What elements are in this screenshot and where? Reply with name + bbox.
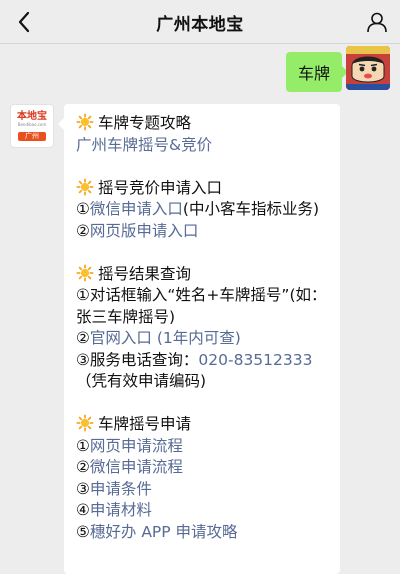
received-message-bubble: 车牌专题攻略 广州车牌摇号&竞价 摇号竞价申请入口 ①微信申请入口(中小客车指标… (58, 104, 340, 574)
message-text: ③服务电话查询： (76, 350, 199, 369)
message-text: （凭有效申请编码) (76, 372, 207, 390)
message-link[interactable]: 微信申请流程 (90, 458, 183, 476)
item-number: ② (76, 221, 90, 240)
message-link[interactable]: 申请材料 (90, 501, 152, 519)
message-link[interactable]: 网页版申请入口 (90, 222, 199, 240)
bot-avatar[interactable]: 本地宝 Bendibao.com 广州 (10, 104, 54, 148)
list-item: ①网页申请流程 (76, 436, 330, 458)
bot-logo-subtext: Bendibao.com (17, 122, 47, 127)
sent-message-text: 车牌 (297, 64, 330, 83)
bot-logo-text: 本地宝 (17, 111, 47, 122)
section-heading: 摇号结果查询 (76, 263, 330, 286)
list-item: ③申请条件 (76, 479, 330, 501)
sun-emoji-icon (76, 263, 94, 282)
section-title: 车牌专题攻略 (98, 114, 192, 132)
sent-message-row: 车牌 (0, 44, 400, 94)
top-bar: 广州本地宝 (0, 0, 400, 44)
cartoon-avatar-icon (346, 46, 390, 90)
message-link[interactable]: 网页申请流程 (90, 437, 183, 455)
message-line: ②官网入口 (1年内可查) (76, 328, 330, 350)
message-line: ①微信申请入口(中小客车指标业务) (76, 199, 330, 221)
section-title: 车牌摇号申请 (98, 415, 192, 433)
sun-emoji-icon (76, 113, 94, 131)
item-number: ⑤ (76, 522, 90, 541)
bot-logo-city: 广州 (18, 132, 46, 141)
section-heading: 车牌摇号申请 (76, 414, 330, 436)
message-link[interactable]: 申请条件 (90, 480, 152, 498)
message-link[interactable]: 官网入口 (1年内可查) (90, 329, 241, 347)
user-avatar[interactable] (346, 46, 390, 90)
bot-logo: 本地宝 Bendibao.com (11, 105, 53, 133)
message-line: ③服务电话查询：020-83512333 （凭有效申请编码) (76, 350, 330, 393)
sun-emoji-icon (76, 414, 94, 432)
item-number: ① (76, 200, 90, 218)
item-number: ① (76, 436, 90, 455)
section-title: 摇号竞价申请入口 (98, 178, 223, 197)
list-item: ⑤穗好办 APP 申请攻略 (76, 522, 330, 544)
item-number: ③ (76, 479, 90, 498)
message-link[interactable]: 广州车牌摇号&竞价 (76, 136, 212, 154)
message-text: ①对话框输入“姓名+车牌摇号”(如：张三车牌摇号) (76, 286, 327, 326)
item-number: ④ (76, 501, 90, 519)
phone-link[interactable]: 020-83512333 (198, 351, 312, 369)
section-heading: 摇号竞价申请入口 (76, 177, 330, 200)
message-link[interactable]: 穗好办 APP 申请攻略 (90, 523, 238, 541)
list-item: ④申请材料 (76, 500, 330, 522)
section-heading: 车牌专题攻略 (76, 113, 330, 135)
profile-button[interactable] (364, 9, 390, 35)
sent-message-bubble[interactable]: 车牌 (285, 52, 349, 92)
sun-emoji-icon (76, 177, 94, 196)
item-number: ② (76, 458, 90, 476)
message-link[interactable]: 微信申请入口 (90, 200, 183, 218)
section-title: 摇号结果查询 (98, 264, 192, 283)
person-icon (367, 12, 387, 33)
message-text: (中小客车指标业务) (182, 200, 320, 218)
item-number: ② (76, 329, 90, 347)
chat-title: 广州本地宝 (156, 14, 244, 35)
message-line: ②网页版申请入口 (76, 221, 330, 243)
list-item: ②微信申请流程 (76, 457, 330, 479)
